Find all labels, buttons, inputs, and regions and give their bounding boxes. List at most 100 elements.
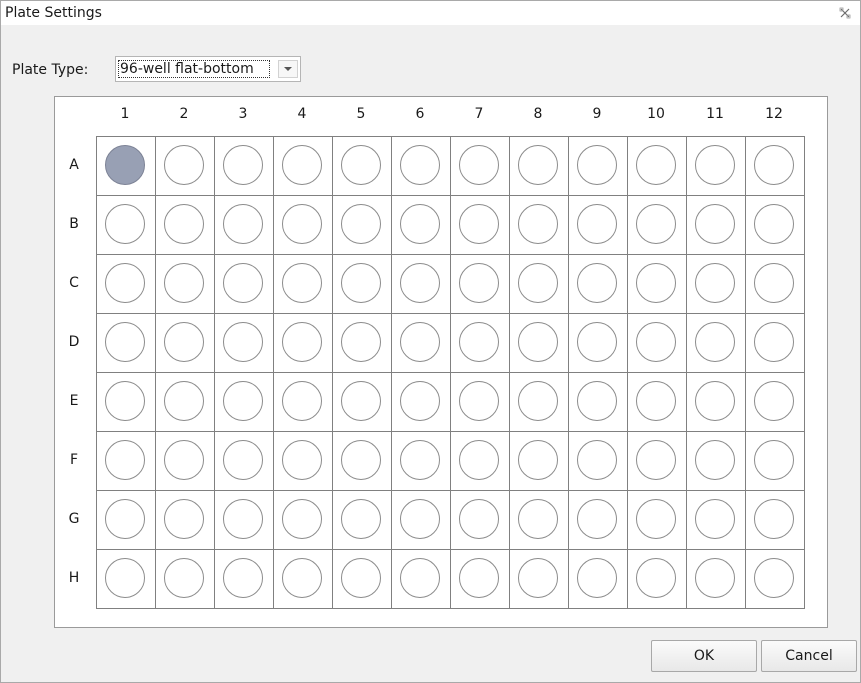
- well-c3[interactable]: [223, 263, 263, 303]
- well-g6[interactable]: [400, 499, 440, 539]
- well-d2[interactable]: [164, 322, 204, 362]
- well-a1[interactable]: [105, 145, 145, 185]
- well-h2[interactable]: [164, 558, 204, 598]
- well-e11[interactable]: [695, 381, 735, 421]
- well-f6[interactable]: [400, 440, 440, 480]
- well-d4[interactable]: [282, 322, 322, 362]
- well-g8[interactable]: [518, 499, 558, 539]
- well-c2[interactable]: [164, 263, 204, 303]
- well-d5[interactable]: [341, 322, 381, 362]
- well-c4[interactable]: [282, 263, 322, 303]
- well-c9[interactable]: [577, 263, 617, 303]
- well-c12[interactable]: [754, 263, 794, 303]
- well-g5[interactable]: [341, 499, 381, 539]
- dropdown-button[interactable]: [278, 60, 298, 78]
- well-c8[interactable]: [518, 263, 558, 303]
- well-d9[interactable]: [577, 322, 617, 362]
- well-f7[interactable]: [459, 440, 499, 480]
- well-b1[interactable]: [105, 204, 145, 244]
- well-b7[interactable]: [459, 204, 499, 244]
- well-d1[interactable]: [105, 322, 145, 362]
- ok-button[interactable]: OK: [651, 640, 757, 672]
- well-a8[interactable]: [518, 145, 558, 185]
- well-e2[interactable]: [164, 381, 204, 421]
- well-b11[interactable]: [695, 204, 735, 244]
- well-b5[interactable]: [341, 204, 381, 244]
- well-a6[interactable]: [400, 145, 440, 185]
- well-a7[interactable]: [459, 145, 499, 185]
- well-a9[interactable]: [577, 145, 617, 185]
- well-h11[interactable]: [695, 558, 735, 598]
- well-g12[interactable]: [754, 499, 794, 539]
- well-h6[interactable]: [400, 558, 440, 598]
- well-a11[interactable]: [695, 145, 735, 185]
- well-h7[interactable]: [459, 558, 499, 598]
- well-h10[interactable]: [636, 558, 676, 598]
- well-c5[interactable]: [341, 263, 381, 303]
- well-h4[interactable]: [282, 558, 322, 598]
- well-e12[interactable]: [754, 381, 794, 421]
- well-h1[interactable]: [105, 558, 145, 598]
- well-c1[interactable]: [105, 263, 145, 303]
- well-e5[interactable]: [341, 381, 381, 421]
- well-e9[interactable]: [577, 381, 617, 421]
- plate-type-dropdown[interactable]: 96-well flat-bottom: [115, 56, 301, 82]
- well-e6[interactable]: [400, 381, 440, 421]
- well-f5[interactable]: [341, 440, 381, 480]
- well-g3[interactable]: [223, 499, 263, 539]
- well-h9[interactable]: [577, 558, 617, 598]
- well-g7[interactable]: [459, 499, 499, 539]
- well-f9[interactable]: [577, 440, 617, 480]
- well-g4[interactable]: [282, 499, 322, 539]
- well-g11[interactable]: [695, 499, 735, 539]
- well-a10[interactable]: [636, 145, 676, 185]
- well-h12[interactable]: [754, 558, 794, 598]
- well-d3[interactable]: [223, 322, 263, 362]
- well-a3[interactable]: [223, 145, 263, 185]
- well-g1[interactable]: [105, 499, 145, 539]
- well-e1[interactable]: [105, 381, 145, 421]
- well-f12[interactable]: [754, 440, 794, 480]
- well-b4[interactable]: [282, 204, 322, 244]
- well-g9[interactable]: [577, 499, 617, 539]
- well-f4[interactable]: [282, 440, 322, 480]
- well-a2[interactable]: [164, 145, 204, 185]
- well-a5[interactable]: [341, 145, 381, 185]
- well-d11[interactable]: [695, 322, 735, 362]
- well-b6[interactable]: [400, 204, 440, 244]
- well-c10[interactable]: [636, 263, 676, 303]
- well-e3[interactable]: [223, 381, 263, 421]
- well-e10[interactable]: [636, 381, 676, 421]
- well-c6[interactable]: [400, 263, 440, 303]
- well-b8[interactable]: [518, 204, 558, 244]
- well-g2[interactable]: [164, 499, 204, 539]
- well-a4[interactable]: [282, 145, 322, 185]
- well-f11[interactable]: [695, 440, 735, 480]
- well-e7[interactable]: [459, 381, 499, 421]
- well-b10[interactable]: [636, 204, 676, 244]
- well-d8[interactable]: [518, 322, 558, 362]
- well-b2[interactable]: [164, 204, 204, 244]
- well-c7[interactable]: [459, 263, 499, 303]
- well-f8[interactable]: [518, 440, 558, 480]
- well-e8[interactable]: [518, 381, 558, 421]
- cancel-button[interactable]: Cancel: [761, 640, 857, 672]
- well-f2[interactable]: [164, 440, 204, 480]
- well-b9[interactable]: [577, 204, 617, 244]
- well-f10[interactable]: [636, 440, 676, 480]
- well-e4[interactable]: [282, 381, 322, 421]
- well-h5[interactable]: [341, 558, 381, 598]
- well-g10[interactable]: [636, 499, 676, 539]
- well-a12[interactable]: [754, 145, 794, 185]
- well-d7[interactable]: [459, 322, 499, 362]
- close-icon[interactable]: [838, 5, 852, 19]
- well-h8[interactable]: [518, 558, 558, 598]
- well-f3[interactable]: [223, 440, 263, 480]
- well-f1[interactable]: [105, 440, 145, 480]
- well-d12[interactable]: [754, 322, 794, 362]
- well-d10[interactable]: [636, 322, 676, 362]
- well-d6[interactable]: [400, 322, 440, 362]
- well-c11[interactable]: [695, 263, 735, 303]
- well-h3[interactable]: [223, 558, 263, 598]
- well-b12[interactable]: [754, 204, 794, 244]
